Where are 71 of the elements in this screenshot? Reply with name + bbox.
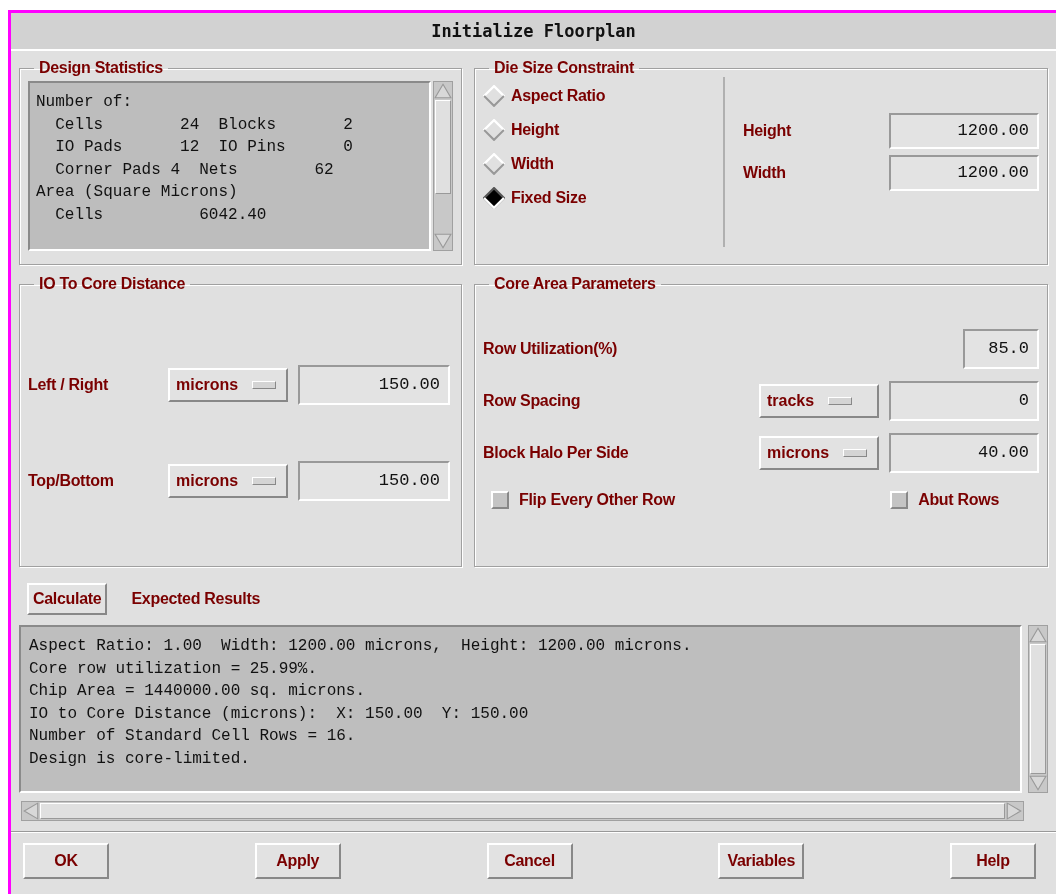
input-field[interactable]: 1200.00 — [889, 155, 1039, 191]
dropdown-indicator-icon — [252, 477, 277, 485]
field-label: Left / Right — [28, 376, 109, 394]
dropdown-indicator-icon — [828, 397, 853, 405]
field-label: Row Utilization(%) — [483, 340, 619, 358]
panel-title: Core Area Parameters — [493, 275, 657, 293]
calculate-button[interactable]: Calculate — [27, 583, 108, 615]
up-arrow-icon[interactable] — [434, 82, 452, 100]
down-arrow-icon[interactable] — [1029, 774, 1047, 792]
result-line: Number of Standard Cell Rows = 16. — [29, 726, 357, 747]
checkbox-label: Flip Every Other Row — [519, 491, 675, 509]
field-label: Row Spacing — [483, 392, 582, 410]
statistics-line: Corner Pads 4 Nets 62 — [54, 159, 335, 181]
radio-option[interactable]: Fixed Size — [483, 187, 723, 209]
statistics-line: IO Pads 12 IO Pins 0 — [54, 137, 354, 158]
unit-dropdown[interactable]: microns — [759, 436, 879, 470]
scroll-thumb[interactable] — [1030, 644, 1046, 774]
window-title: Initialize Floorplan — [431, 21, 636, 41]
field-label: Block Halo Per Side — [483, 444, 630, 462]
radio-label: Width — [511, 155, 554, 173]
input-field[interactable]: 1200.00 — [889, 113, 1039, 149]
scroll-thumb[interactable] — [435, 100, 451, 194]
statistics-line: Cells 6042.40 — [54, 204, 268, 226]
checkbox-label: Abut Rows — [918, 491, 999, 509]
scroll-thumb[interactable] — [40, 803, 1005, 819]
result-line: Chip Area = 1440000.00 sq. microns. — [29, 681, 367, 702]
left-arrow-icon[interactable] — [22, 802, 40, 820]
statistics-line: Number of: — [36, 92, 133, 113]
field-label: Width — [743, 164, 786, 182]
panel-title: Design Statistics — [38, 59, 164, 77]
right-arrow-icon[interactable] — [1005, 802, 1023, 820]
vertical-scrollbar[interactable] — [433, 81, 453, 251]
radio-label: Height — [511, 121, 559, 139]
radio-diamond[interactable] — [483, 187, 505, 209]
input-field[interactable]: 150.00 — [298, 365, 450, 405]
horizontal-scrollbar[interactable] — [21, 801, 1024, 821]
input-field[interactable]: 40.00 — [889, 433, 1039, 473]
radio-option[interactable]: Height — [483, 119, 723, 141]
result-line: IO to Core Distance (microns): X: 150.00 Y: 150.00 — [29, 703, 530, 725]
radio-option[interactable]: Width — [483, 153, 723, 175]
up-arrow-icon[interactable] — [1029, 626, 1047, 644]
down-arrow-icon[interactable] — [434, 232, 452, 250]
statistics-line: Cells 24 Blocks 2 — [54, 114, 354, 136]
result-line: Aspect Ratio: 1.00 Width: 1200.00 microns, Height: 1200.00 microns. — [29, 636, 693, 657]
results-title: Expected Results — [131, 590, 261, 608]
checkbox[interactable] — [491, 491, 509, 509]
radio-option[interactable]: Aspect Ratio — [483, 85, 723, 107]
unit-dropdown[interactable]: microns — [168, 368, 288, 402]
input-field[interactable]: 85.0 — [963, 329, 1039, 369]
field-label: Top/Bottom — [28, 472, 115, 490]
panel-title: Die Size Constraint — [493, 59, 636, 77]
field-label: Height — [743, 122, 791, 140]
dialog-button[interactable]: Cancel — [486, 843, 573, 879]
input-field[interactable]: 150.00 — [298, 461, 450, 501]
radio-label: Fixed Size — [511, 189, 587, 207]
checkbox[interactable] — [890, 491, 909, 509]
input-field[interactable]: 0 — [889, 381, 1039, 421]
dialog-button[interactable]: Apply — [254, 843, 341, 879]
dialog-button[interactable]: OK — [23, 843, 109, 879]
panel-title: IO To Core Distance — [38, 275, 187, 293]
dialog-button[interactable]: Help — [950, 843, 1036, 879]
vertical-scrollbar[interactable] — [1028, 625, 1048, 793]
unit-dropdown[interactable]: microns — [168, 464, 288, 498]
unit-dropdown[interactable]: tracks — [759, 384, 879, 418]
radio-label: Aspect Ratio — [511, 87, 606, 105]
result-line: Design is core-limited. — [29, 748, 251, 770]
dialog-button[interactable]: Variables — [718, 843, 805, 879]
dropdown-indicator-icon — [252, 381, 277, 389]
dropdown-indicator-icon — [843, 449, 868, 457]
result-line: Core row utilization = 25.99%. — [29, 658, 319, 680]
statistics-line: Area (Square Microns) — [36, 182, 239, 203]
